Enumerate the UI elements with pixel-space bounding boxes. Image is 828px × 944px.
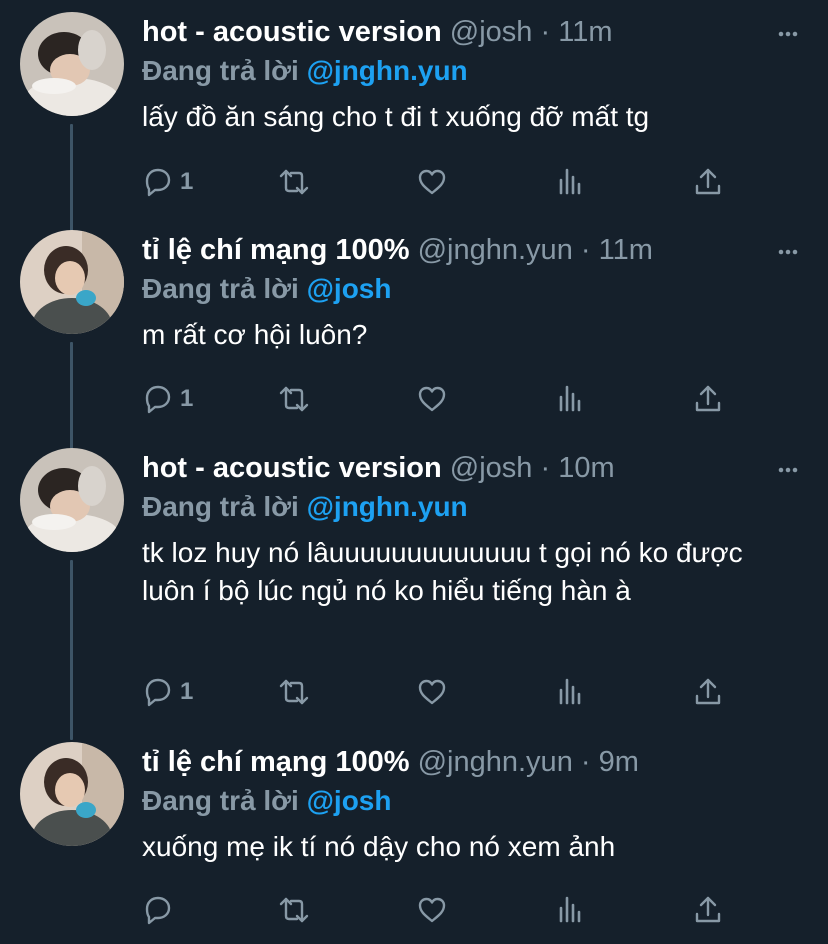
analytics-button[interactable] [554, 381, 586, 417]
like-button[interactable] [416, 164, 448, 200]
share-icon [695, 168, 721, 195]
replying-to: Đang trả lời @jnghn.yun [142, 488, 802, 526]
tweet-header: tỉ lệ chí mạng 100% @jnghn.yun · 9m [142, 742, 802, 782]
share-icon [695, 678, 721, 705]
analytics-button[interactable] [554, 164, 586, 200]
avatar[interactable] [20, 448, 124, 552]
analytics-button[interactable] [554, 674, 586, 710]
like-icon [418, 897, 446, 923]
display-name[interactable]: tỉ lệ chí mạng 100% [142, 234, 410, 266]
tweet-header: tỉ lệ chí mạng 100% @jnghn.yun · 11m [142, 230, 802, 270]
separator: · [572, 746, 599, 778]
replying-to: Đang trả lời @josh [142, 270, 802, 308]
retweet-icon [279, 679, 309, 705]
display-name[interactable]: tỉ lệ chí mạng 100% [142, 746, 410, 778]
mention-link[interactable]: @josh [307, 785, 392, 816]
tweet[interactable]: hot - acoustic version @josh · 10m Đang … [0, 436, 828, 730]
reply-button[interactable]: 1 [142, 164, 193, 200]
tweet-header: hot - acoustic version @josh · 11m [142, 12, 802, 52]
like-button[interactable] [416, 381, 448, 417]
tweet-actions: 1 [142, 381, 742, 417]
analytics-icon [559, 678, 581, 705]
display-name[interactable]: hot - acoustic version [142, 452, 442, 484]
timestamp[interactable]: 10m [558, 452, 614, 484]
more-icon[interactable] [774, 20, 802, 48]
user-handle[interactable]: @jnghn.yun [418, 234, 573, 266]
tweet[interactable]: tỉ lệ chí mạng 100% @jnghn.yun · 9m Đang… [0, 730, 828, 944]
more-icon[interactable] [774, 238, 802, 266]
replying-to: Đang trả lời @josh [142, 782, 802, 820]
display-name[interactable]: hot - acoustic version [142, 16, 442, 48]
share-button[interactable] [692, 381, 724, 417]
like-icon [418, 386, 446, 412]
avatar[interactable] [20, 742, 124, 846]
user-handle[interactable]: @josh [450, 452, 533, 484]
retweet-button[interactable] [278, 892, 310, 928]
share-button[interactable] [692, 674, 724, 710]
separator: · [532, 16, 559, 48]
mention-link[interactable]: @jnghn.yun [307, 55, 468, 86]
like-icon [418, 679, 446, 705]
replying-label: Đang trả lời [142, 273, 299, 304]
user-handle[interactable]: @jnghn.yun [418, 746, 573, 778]
reply-count: 1 [180, 678, 194, 705]
replying-label: Đang trả lời [142, 785, 299, 816]
like-button[interactable] [416, 892, 448, 928]
reply-icon [145, 896, 171, 925]
retweet-icon [279, 386, 309, 412]
avatar[interactable] [20, 230, 124, 334]
user-handle[interactable]: @josh [450, 16, 533, 48]
analytics-icon [559, 896, 581, 923]
mention-link[interactable]: @jnghn.yun [307, 491, 468, 522]
analytics-icon [559, 385, 581, 412]
like-icon [418, 169, 446, 195]
share-icon [695, 896, 721, 923]
replying-label: Đang trả lời [142, 491, 299, 522]
tweet-actions [142, 892, 742, 928]
replying-to: Đang trả lời @jnghn.yun [142, 52, 802, 90]
tweet-text: m rất cơ hội luôn? [142, 319, 368, 350]
retweet-icon [279, 897, 309, 923]
mention-link[interactable]: @josh [307, 273, 392, 304]
analytics-icon [559, 168, 581, 195]
reply-icon [145, 385, 171, 414]
tweet-header: hot - acoustic version @josh · 10m [142, 448, 802, 488]
reply-icon [145, 168, 171, 197]
reply-button[interactable]: 1 [142, 674, 193, 710]
reply-button[interactable]: 1 [142, 381, 193, 417]
tweet-actions: 1 [142, 164, 742, 200]
separator: · [572, 234, 599, 266]
like-button[interactable] [416, 674, 448, 710]
tweet-text: lấy đồ ăn sáng cho t đi t xuống đỡ mất t… [142, 101, 650, 132]
analytics-button[interactable] [554, 892, 586, 928]
retweet-icon [279, 169, 309, 195]
timestamp[interactable]: 11m [558, 16, 612, 48]
timestamp[interactable]: 11m [599, 234, 653, 266]
tweet[interactable]: hot - acoustic version @josh · 11m Đang … [0, 0, 828, 218]
retweet-button[interactable] [278, 164, 310, 200]
reply-icon [145, 678, 171, 707]
tweet-text: tk loz huy nó lâuuuuuuuuuuuuu t gọi nó k… [142, 537, 743, 606]
tweet[interactable]: tỉ lệ chí mạng 100% @jnghn.yun · 11m Đan… [0, 218, 828, 436]
replying-label: Đang trả lời [142, 55, 299, 86]
timestamp[interactable]: 9m [599, 746, 639, 778]
reply-count: 1 [180, 385, 194, 412]
separator: · [532, 452, 559, 484]
tweet-text: xuống mẹ ik tí nó dậy cho nó xem ảnh [142, 831, 616, 862]
reply-button[interactable] [142, 892, 180, 928]
tweet-actions: 1 [142, 674, 742, 710]
avatar[interactable] [20, 12, 124, 116]
share-button[interactable] [692, 164, 724, 200]
more-icon[interactable] [774, 456, 802, 484]
retweet-button[interactable] [278, 674, 310, 710]
share-icon [695, 385, 721, 412]
share-button[interactable] [692, 892, 724, 928]
retweet-button[interactable] [278, 381, 310, 417]
reply-count: 1 [180, 168, 194, 195]
